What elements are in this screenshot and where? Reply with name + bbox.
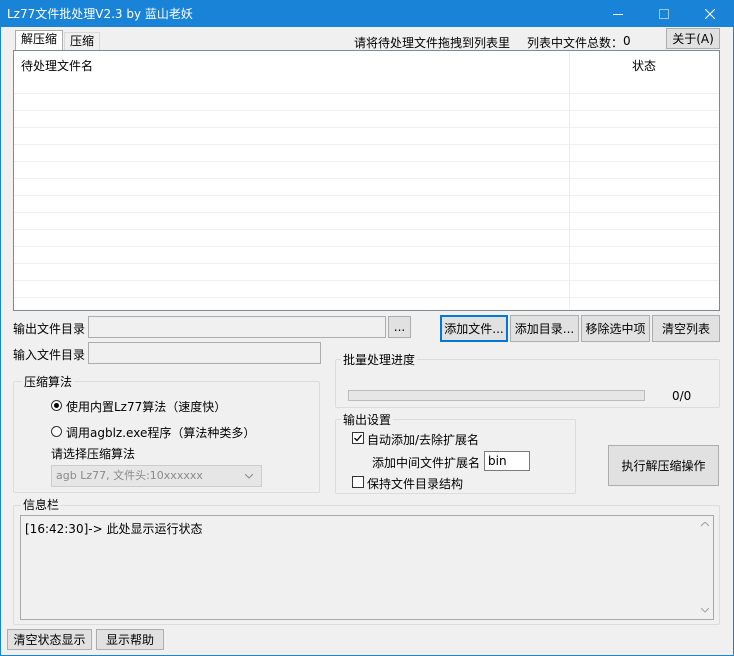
algorithm-select-label: 请选择压缩算法 [51, 447, 136, 461]
column-header-filename[interactable]: 待处理文件名 [21, 57, 93, 74]
info-group-label: 信息栏 [21, 498, 62, 512]
close-button[interactable] [687, 1, 733, 27]
title-bar[interactable]: Lz77文件批处理V2.3 by 蓝山老妖 [1, 1, 733, 27]
algorithm-select[interactable]: agb Lz77, 文件头:10xxxxxx [51, 465, 262, 487]
radio-external[interactable] [51, 426, 62, 437]
close-icon [705, 9, 715, 19]
file-count-label: 列表中文件总数： [527, 36, 624, 50]
column-header-status[interactable]: 状态 [632, 57, 656, 74]
add-file-button[interactable]: 添加文件... [440, 315, 508, 342]
file-list-rows [14, 77, 719, 310]
remove-selected-button[interactable]: 移除选中项 [581, 315, 650, 342]
progress-bar [348, 390, 645, 401]
input-dir-label: 输入文件目录 [13, 348, 86, 362]
tab-decompress[interactable]: 解压缩 [15, 30, 64, 50]
progress-group-label: 批量处理进度 [341, 353, 418, 367]
drag-hint: 请将待处理文件拖拽到列表里 [354, 36, 511, 50]
maximize-button[interactable] [641, 1, 687, 27]
about-button[interactable]: 关于(A) [666, 28, 720, 49]
scroll-up-icon[interactable] [701, 522, 709, 527]
column-divider[interactable] [569, 51, 570, 310]
radio-builtin[interactable] [51, 400, 62, 411]
auto-ext-label[interactable]: 自动添加/去除扩展名 [367, 431, 479, 448]
mid-ext-input[interactable]: bin [484, 451, 530, 471]
algorithm-select-value: agb Lz77, 文件头:10xxxxxx [56, 469, 203, 482]
tab-compress[interactable]: 压缩 [64, 32, 101, 50]
clear-list-button[interactable]: 清空列表 [652, 315, 720, 342]
radio-builtin-label[interactable]: 使用内置Lz77算法（速度快） [66, 398, 226, 415]
progress-text: 0/0 [672, 389, 692, 403]
execute-button[interactable]: 执行解压缩操作 [608, 445, 719, 486]
input-dir-field[interactable] [88, 342, 321, 364]
file-count-value: 0 [623, 34, 631, 48]
app-window: Lz77文件批处理V2.3 by 蓝山老妖 解压缩 压缩 请将待处理文件拖拽到列… [0, 0, 734, 656]
clear-status-button[interactable]: 清空状态显示 [7, 629, 92, 650]
scroll-down-icon[interactable] [701, 608, 709, 613]
dropdown-arrow-icon [245, 474, 253, 479]
file-list-header: 待处理文件名 状态 [14, 51, 719, 77]
auto-ext-checkbox[interactable] [352, 432, 364, 444]
checkmark-icon [354, 434, 363, 442]
show-help-button[interactable]: 显示帮助 [96, 629, 164, 650]
file-list[interactable]: 待处理文件名 状态 [13, 50, 720, 311]
keep-structure-label[interactable]: 保持文件目录结构 [367, 475, 463, 492]
browse-output-button[interactable]: ... [388, 316, 411, 338]
algorithm-group-label: 压缩算法 [22, 375, 75, 389]
output-dir-label: 输出文件目录 [13, 322, 86, 336]
add-dir-button[interactable]: 添加目录... [510, 315, 579, 342]
log-line: [16:42:30]-> 此处显示运行状态 [25, 522, 203, 536]
window-title: Lz77文件批处理V2.3 by 蓝山老妖 [7, 7, 193, 21]
output-dir-field[interactable] [88, 316, 386, 338]
radio-external-label[interactable]: 调用agblz.exe程序（算法种类多） [66, 424, 255, 441]
mid-ext-label: 添加中间文件扩展名 [372, 456, 481, 470]
keep-structure-checkbox[interactable] [352, 476, 364, 488]
maximize-icon [659, 9, 669, 19]
minimize-button[interactable] [595, 1, 641, 27]
status-log[interactable]: [16:42:30]-> 此处显示运行状态 [20, 515, 714, 620]
output-settings-group-label: 输出设置 [341, 413, 394, 427]
minimize-icon [613, 14, 623, 15]
